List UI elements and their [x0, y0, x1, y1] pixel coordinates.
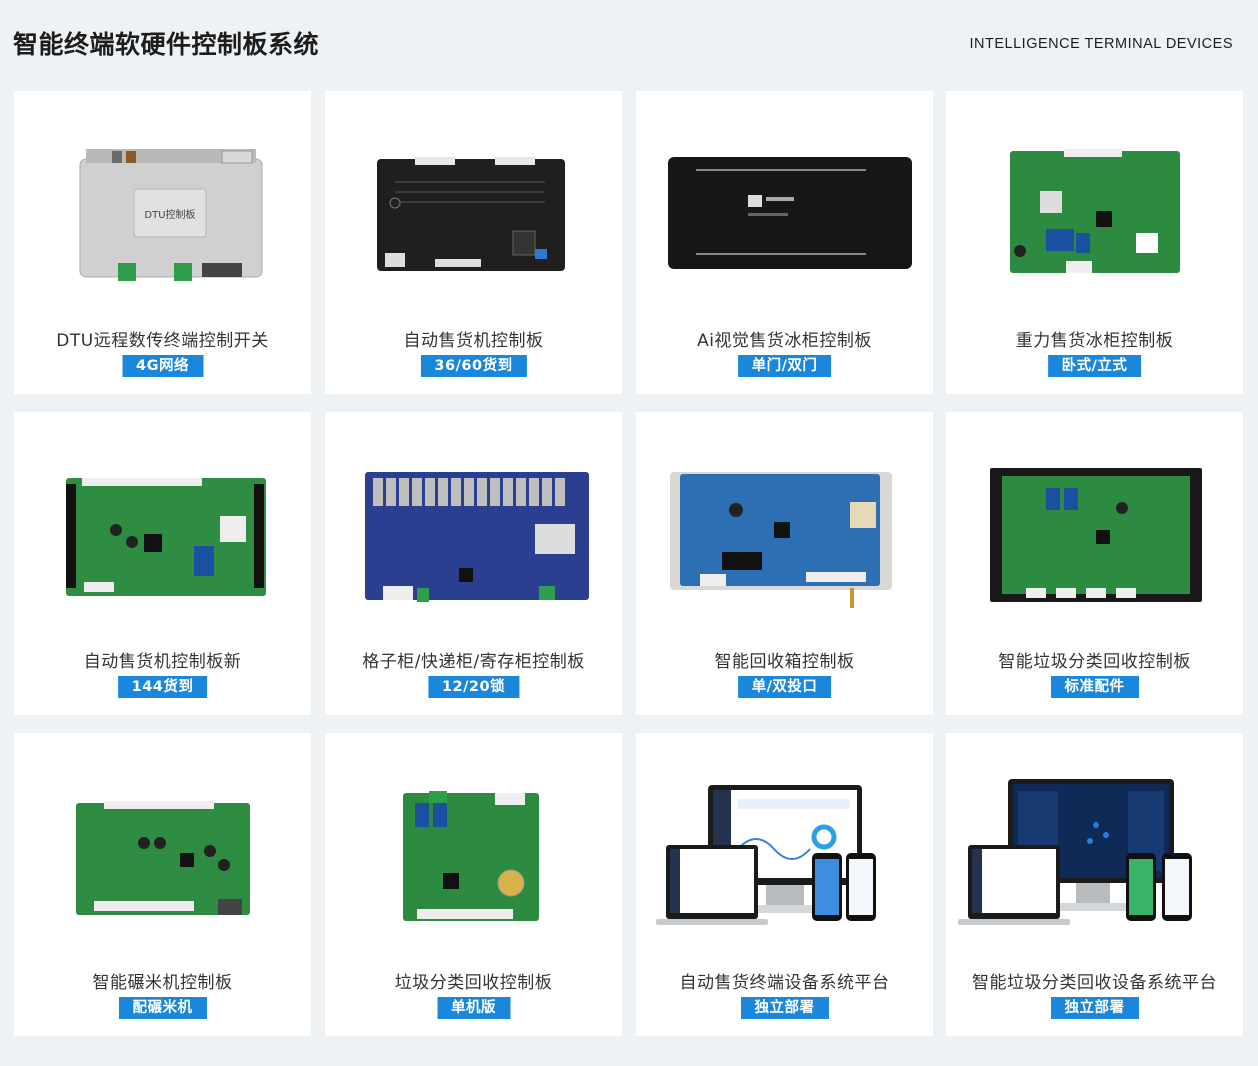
product-name: DTU远程数传终端控制开关	[56, 331, 269, 351]
product-card[interactable]: 智能垃圾分类回收控制板 标准配件	[946, 412, 1243, 715]
product-tag: 单机版	[437, 997, 510, 1019]
product-name: 自动售货终端设备系统平台	[679, 973, 890, 993]
product-card[interactable]: 垃圾分类回收控制板 单机版	[325, 733, 622, 1036]
product-name: Ai视觉售货冰柜控制板	[697, 331, 872, 351]
product-name: 智能回收箱控制板	[714, 652, 855, 672]
product-tag: 单门/双门	[737, 355, 832, 377]
product-name: 智能垃圾分类回收控制板	[998, 652, 1191, 672]
product-image-black-enclosure	[636, 91, 933, 316]
product-image-blue-relay-board	[325, 412, 622, 637]
product-image-dtu-box: DTU控制板	[14, 91, 311, 316]
product-name: 垃圾分类回收控制板	[394, 973, 553, 993]
product-image-green-board	[946, 91, 1243, 316]
product-card[interactable]: 重力售货冰柜控制板 卧式/立式	[946, 91, 1243, 394]
product-image-green-board-large	[14, 412, 311, 637]
product-name: 自动售货机控制板新	[83, 652, 242, 672]
product-name: 自动售货机控制板	[403, 331, 544, 351]
product-name: 智能碾米机控制板	[92, 973, 233, 993]
product-image-green-board-black-frame	[946, 412, 1243, 637]
product-card[interactable]: 自动售货机控制板 36/60货到	[325, 91, 622, 394]
product-card[interactable]: 智能回收箱控制板 单/双投口	[636, 412, 933, 715]
product-image-recycle-board	[325, 733, 622, 958]
product-name: 重力售货冰柜控制板	[1015, 331, 1174, 351]
product-tag: 36/60货到	[420, 355, 527, 377]
product-card[interactable]: 自动售货终端设备系统平台 独立部署	[636, 733, 933, 1036]
product-card[interactable]: 智能碾米机控制板 配碾米机	[14, 733, 311, 1036]
product-card[interactable]: Ai视觉售货冰柜控制板 单门/双门	[636, 91, 933, 394]
product-card[interactable]: 智能垃圾分类回收设备系统平台 独立部署	[946, 733, 1243, 1036]
product-card[interactable]: 格子柜/快递柜/寄存柜控制板 12/20锁	[325, 412, 622, 715]
product-image-recycle-platform-devices	[946, 733, 1243, 958]
product-card[interactable]: 自动售货机控制板新 144货到	[14, 412, 311, 715]
product-tag: 独立部署	[740, 997, 829, 1019]
product-image-rice-board	[14, 733, 311, 958]
product-tag: 12/20锁	[427, 676, 520, 698]
product-tag: 配碾米机	[118, 997, 207, 1019]
dtu-image-label: DTU控制板	[144, 208, 195, 221]
product-name: 格子柜/快递柜/寄存柜控制板	[362, 652, 585, 672]
product-tag: 4G网络	[122, 355, 203, 377]
product-tag: 144货到	[117, 676, 208, 698]
product-name: 智能垃圾分类回收设备系统平台	[972, 973, 1217, 993]
product-tag: 单/双投口	[737, 676, 832, 698]
product-card[interactable]: DTU控制板 DTU远程数传终端控制开关 4G网络	[14, 91, 311, 394]
product-image-vending-platform-devices	[636, 733, 933, 958]
product-grid: DTU控制板 DTU远程数传终端控制开关 4G网络 自动售货机控制板 36/60…	[0, 0, 1258, 1066]
product-image-black-board	[325, 91, 622, 316]
product-tag: 卧式/立式	[1047, 355, 1142, 377]
product-image-blue-board-enclosure	[636, 412, 933, 637]
product-tag: 标准配件	[1050, 676, 1139, 698]
product-tag: 独立部署	[1050, 997, 1139, 1019]
